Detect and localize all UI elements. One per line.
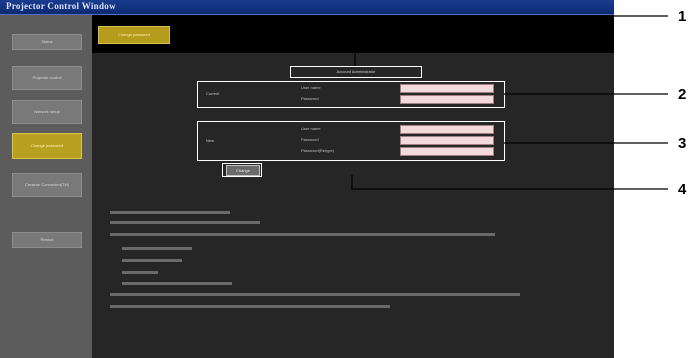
callout-overlay xyxy=(351,15,668,190)
callout-number-4: 4 xyxy=(678,181,687,198)
callout-number-1: 1 xyxy=(678,8,687,25)
callout-1-leader xyxy=(354,15,668,66)
callout-number-2: 2 xyxy=(678,86,687,103)
callout-number-3: 3 xyxy=(678,135,687,152)
callout-4-leader xyxy=(351,175,668,190)
